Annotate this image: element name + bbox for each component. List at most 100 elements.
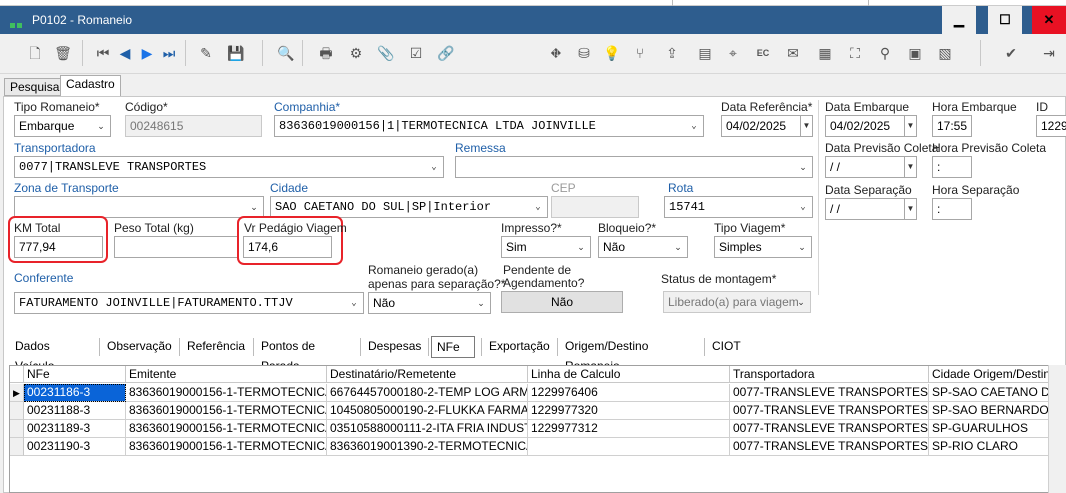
grid-vertical-scrollbar[interactable] [1048, 365, 1066, 493]
check-icon[interactable]: ✔ [1000, 42, 1022, 64]
table-cell[interactable]: 83636019001390-2-TERMOTECNICA LT [327, 438, 528, 456]
column-header[interactable]: Cidade Origem/Destino [929, 366, 1054, 383]
table-cell[interactable]: 1229977320 [528, 402, 730, 420]
column-header[interactable]: Transportadora [730, 366, 929, 383]
column-header[interactable]: Destinatário/Remetente [327, 366, 528, 383]
column-header[interactable]: NFe [24, 366, 126, 383]
table-cell[interactable]: 1229977312 [528, 420, 730, 438]
table-cell[interactable] [528, 438, 730, 456]
boxes-icon[interactable]: ⛶ [844, 42, 866, 64]
zona-transporte-select[interactable]: ⌄ [14, 196, 264, 218]
peso-total-field[interactable] [114, 236, 239, 258]
hora-previsao-coleta-field[interactable]: : [932, 156, 972, 178]
table-cell[interactable]: 66764457000180-2-TEMP LOG ARMAZE [327, 384, 528, 402]
split-icon[interactable]: ⑂ [629, 42, 651, 64]
export-doc-icon[interactable]: ⇪ [661, 42, 683, 64]
table-cell[interactable]: 83636019000156-1-TERMOTECNICA LT [126, 438, 327, 456]
table-cell[interactable]: 03510588000111-2-ITA FRIA INDUSTRI [327, 420, 528, 438]
tab-refer-ncia[interactable]: Referência [182, 336, 250, 358]
location-pin-icon[interactable]: ⌖ [722, 42, 744, 64]
route-icon[interactable]: ⛖ [545, 42, 567, 64]
next-record-icon[interactable]: ▶ [136, 42, 158, 64]
report-icon[interactable]: ▤ [694, 42, 716, 64]
calendar-dropdown-icon[interactable]: ▼ [800, 116, 812, 136]
table-cell[interactable]: 00231190-3 [24, 438, 126, 456]
hora-separacao-field[interactable]: : [932, 198, 972, 220]
tab-dados-ve-culo[interactable]: Dados Veículo [10, 336, 96, 373]
exit-icon[interactable]: ⇥ [1038, 42, 1060, 64]
first-record-icon[interactable]: ⏮ [92, 42, 114, 64]
tab-cadastro[interactable]: Cadastro [60, 75, 121, 96]
row-indicator[interactable] [10, 438, 24, 456]
search-binoculars-icon[interactable]: 🔍 [275, 42, 297, 64]
link-icon[interactable]: 🔗 [435, 42, 457, 64]
prev-record-icon[interactable]: ◀ [114, 42, 136, 64]
table-cell[interactable]: 83636019000156-1-TERMOTECNICA LT [126, 402, 327, 420]
new-doc-icon[interactable]: 🗋 [24, 42, 46, 64]
tipo-romaneio-select[interactable]: Embarque ⌄ [14, 115, 111, 137]
pendente-agendamento-button[interactable]: Não [501, 291, 623, 313]
table-cell[interactable]: SP-SAO BERNARDO D [929, 402, 1054, 420]
ticket-icon[interactable]: ▦ [814, 42, 836, 64]
table-cell[interactable]: 1229976406 [528, 384, 730, 402]
vr-pedagio-field[interactable]: 174,6 [243, 236, 332, 258]
mdfe-icon[interactable]: ▣ [904, 42, 926, 64]
gerado-separacao-select[interactable]: Não ⌄ [368, 292, 491, 314]
data-separacao-field[interactable]: / / ▼ [825, 198, 917, 220]
table-cell[interactable]: 0077-TRANSLEVE TRANSPORTES [730, 384, 929, 402]
calendar-dropdown-icon[interactable]: ▼ [904, 199, 916, 219]
data-referencia-field[interactable]: 04/02/2025 ▼ [721, 115, 813, 137]
hora-embarque-field[interactable]: 17:55 [932, 115, 972, 137]
table-cell[interactable]: 00231186-3 [24, 384, 126, 402]
tab-exporta-o[interactable]: Exportação [484, 336, 554, 358]
table-cell[interactable]: 00231189-3 [24, 420, 126, 438]
tab-pontos-de-parada[interactable]: Pontos de Parada [256, 336, 356, 373]
sheet-icon[interactable]: ▧ [934, 42, 956, 64]
impresso-select[interactable]: Sim ⌄ [501, 236, 591, 258]
row-indicator[interactable] [10, 420, 24, 438]
table-cell[interactable]: 83636019000156-1-TERMOTECNICA LT [126, 384, 327, 402]
bloqueio-select[interactable]: Não ⌄ [598, 236, 688, 258]
print-icon[interactable]: 🖶 [315, 42, 337, 64]
cargo-icon[interactable]: ⛁ [573, 42, 595, 64]
minimize-button[interactable]: ▁ [942, 6, 976, 34]
id-field[interactable]: 1229 [1036, 115, 1066, 137]
calendar-dropdown-icon[interactable]: ▼ [904, 157, 916, 177]
table-cell[interactable]: SP-GUARULHOS [929, 420, 1054, 438]
tab-despesas[interactable]: Despesas [363, 336, 427, 358]
tab-pesquisa[interactable]: Pesquisa [4, 78, 66, 96]
tipo-viagem-select[interactable]: Simples ⌄ [714, 236, 812, 258]
table-cell[interactable]: 00231188-3 [24, 402, 126, 420]
tab-observa-o[interactable]: Observação [102, 336, 176, 358]
attach-icon[interactable]: 📎 [375, 42, 397, 64]
companhia-select[interactable]: 83636019000156|1|TERMOTECNICA LTDA JOINV… [274, 115, 704, 137]
km-total-field[interactable]: 777,94 [14, 236, 103, 258]
remessa-select[interactable]: ⌄ [455, 156, 813, 178]
close-button[interactable]: ✕ [1032, 6, 1066, 34]
ec-icon[interactable]: EC [752, 42, 774, 64]
tab-origem-destino-romaneio[interactable]: Origem/Destino Romaneio [560, 336, 700, 373]
data-embarque-field[interactable]: 04/02/2025 ▼ [825, 115, 917, 137]
column-header[interactable]: Linha de Calculo [528, 366, 730, 383]
status-montagem-select[interactable]: Liberado(a) para viagem ⌄ [663, 291, 811, 313]
table-cell[interactable]: 10450805000190-2-FLUKKA FARMACIA [327, 402, 528, 420]
table-cell[interactable]: SP-SAO CAETANO DO [929, 384, 1054, 402]
row-indicator[interactable] [10, 402, 24, 420]
delete-icon[interactable]: 🗑 [52, 42, 74, 64]
map-pin-route-icon[interactable]: ⚲ [874, 42, 896, 64]
idea-icon[interactable]: 💡 [601, 42, 623, 64]
conferente-select[interactable]: FATURAMENTO JOINVILLE|FATURAMENTO.TTJV ⌄ [14, 292, 364, 314]
table-cell[interactable]: 0077-TRANSLEVE TRANSPORTES [730, 438, 929, 456]
table-cell[interactable]: SP-RIO CLARO [929, 438, 1054, 456]
calendar-dropdown-icon[interactable]: ▼ [904, 116, 916, 136]
cidade-select[interactable]: SAO CAETANO DO SUL|SP|Interior ⌄ [270, 196, 548, 218]
last-record-icon[interactable]: ⏭ [158, 42, 180, 64]
maximize-button[interactable]: ☐ [988, 6, 1022, 34]
confirm-check-icon[interactable]: ☑ [405, 42, 427, 64]
table-cell[interactable]: 0077-TRANSLEVE TRANSPORTES [730, 420, 929, 438]
tab-nfe[interactable]: NFe [431, 336, 475, 358]
codigo-field[interactable]: 00248615 [125, 115, 262, 137]
edit-icon[interactable]: ✎ [195, 42, 217, 64]
column-header[interactable]: Emitente [126, 366, 327, 383]
table-cell[interactable]: 83636019000156-1-TERMOTECNICA LT [126, 420, 327, 438]
